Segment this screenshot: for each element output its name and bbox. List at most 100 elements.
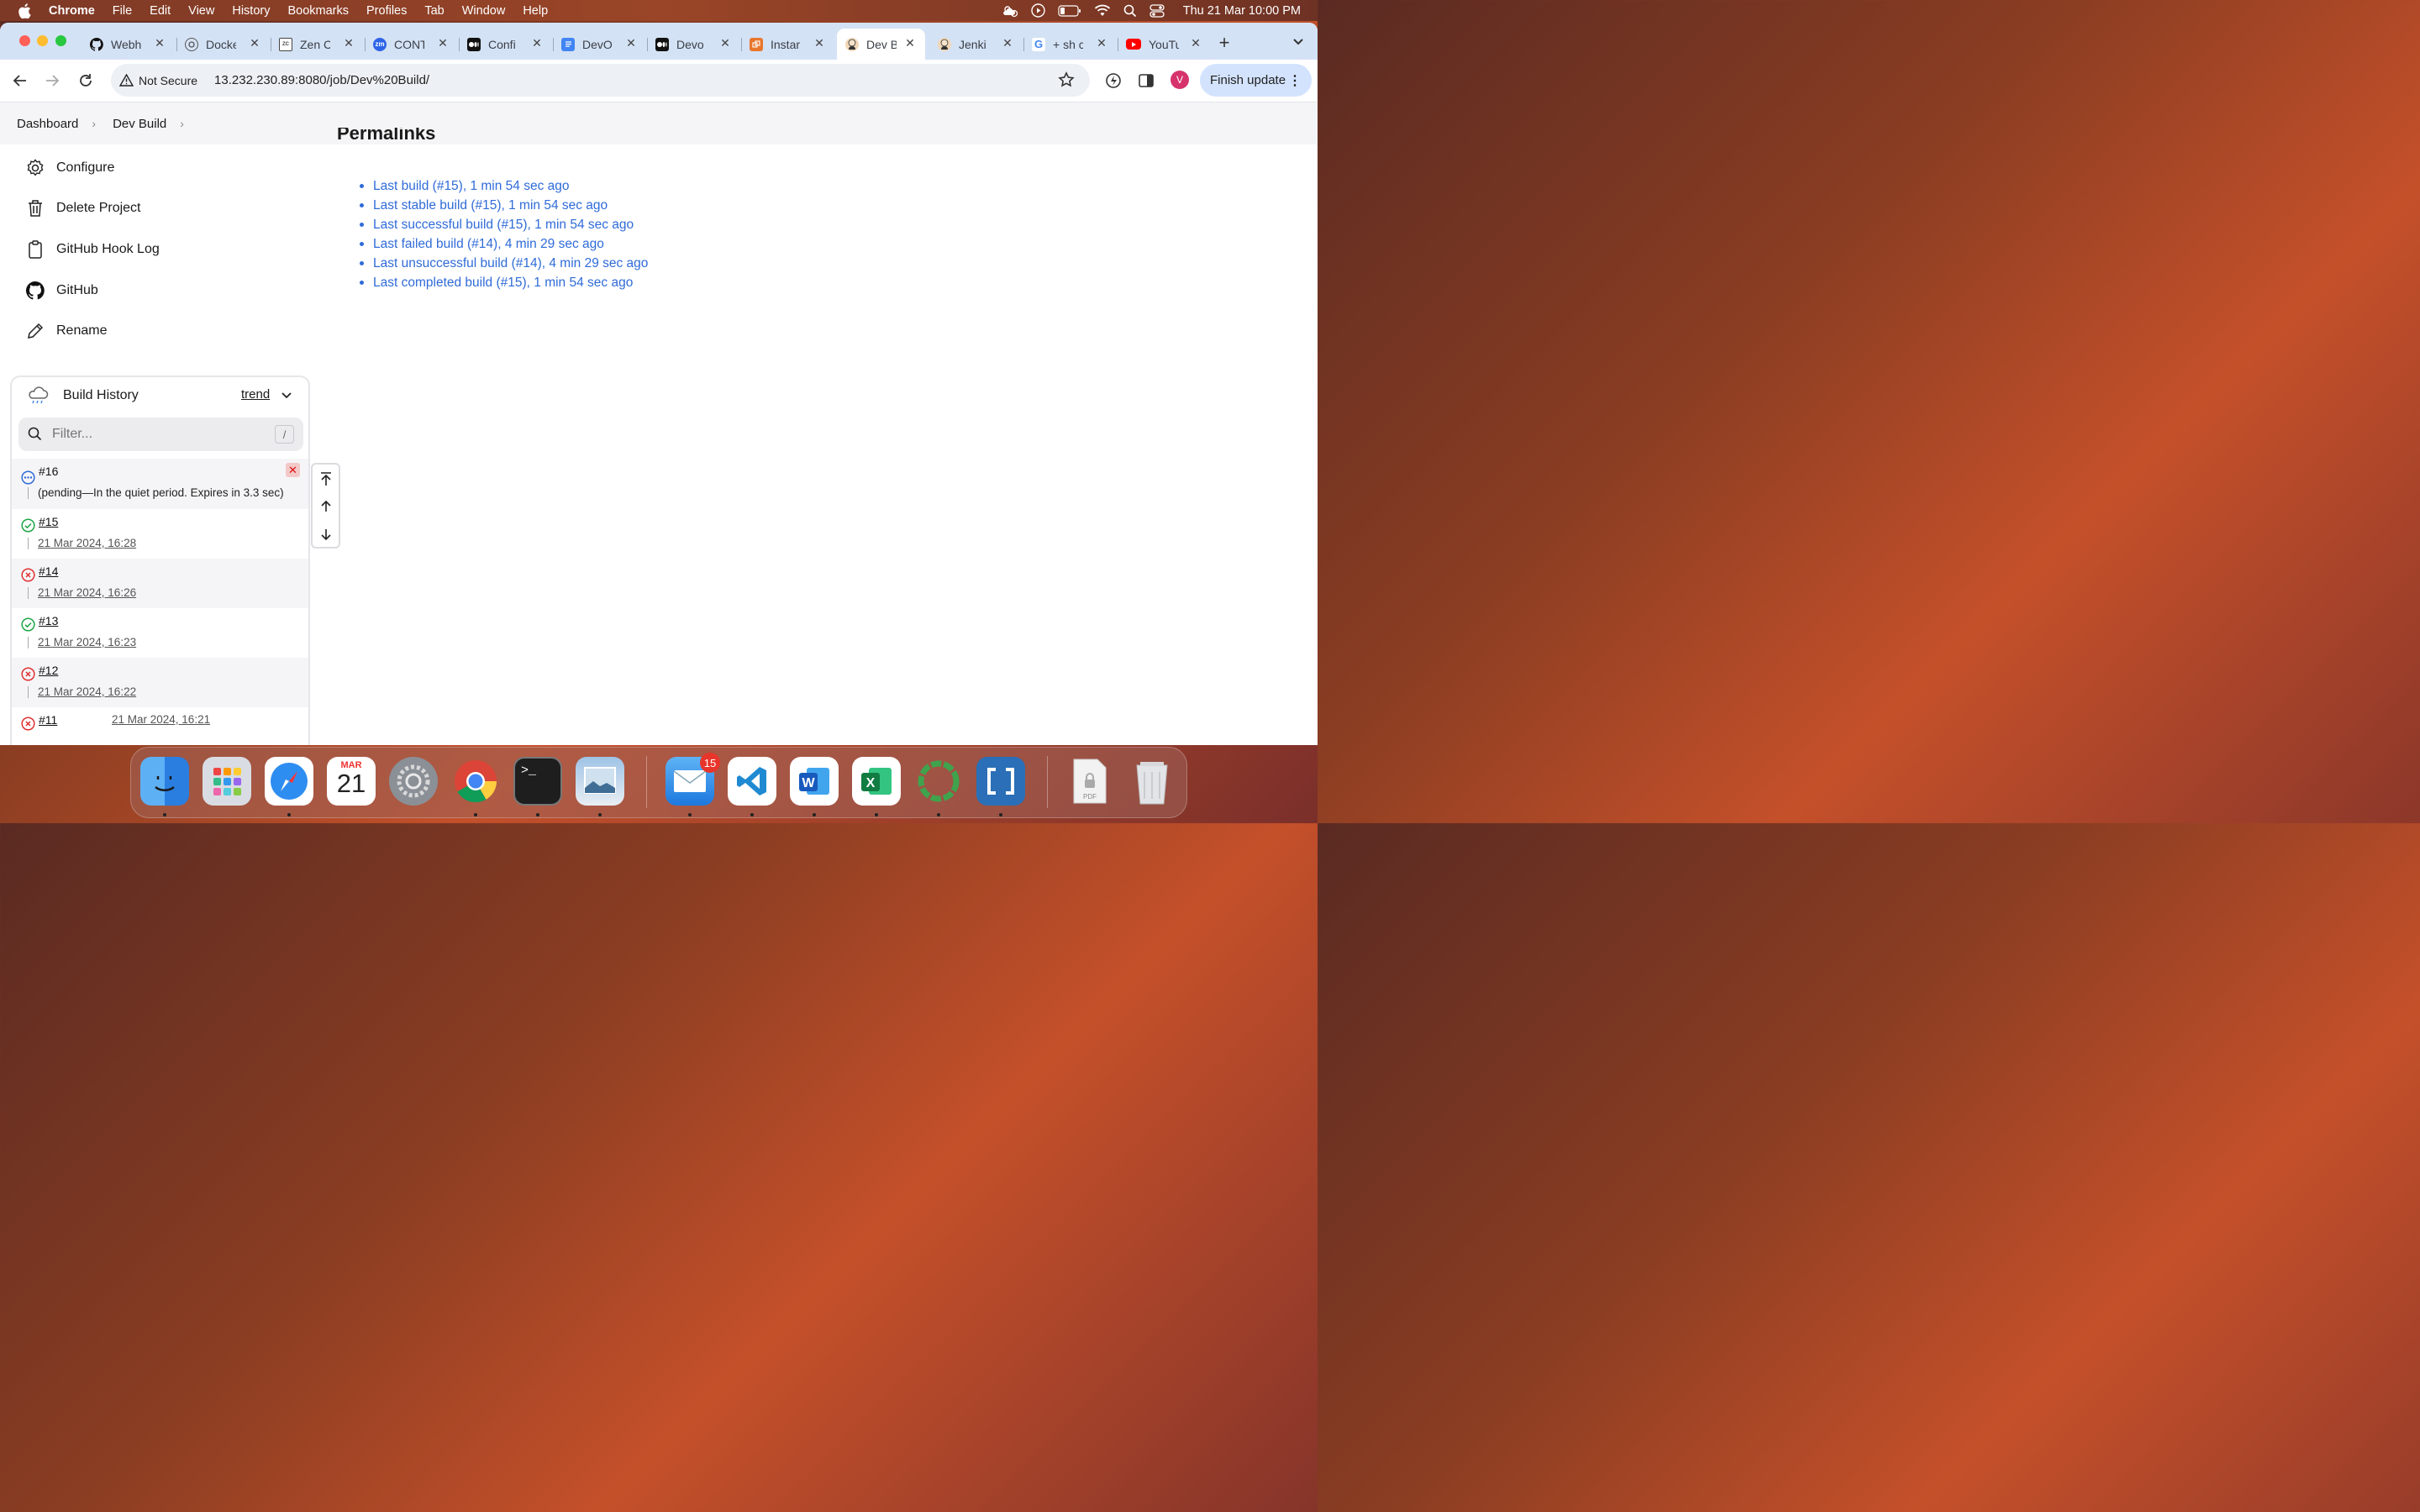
menu-app-name[interactable]: Chrome: [49, 4, 95, 18]
menu-help[interactable]: Help: [523, 4, 548, 18]
excel-icon[interactable]: X: [852, 757, 901, 806]
permalink-last-unsuccessful-build[interactable]: Last unsuccessful build (#14), 4 min 29 …: [360, 254, 648, 273]
menu-bookmarks[interactable]: Bookmarks: [287, 4, 349, 18]
tab-instances[interactable]: Instar ✕: [741, 29, 834, 60]
menu-window[interactable]: Window: [462, 4, 506, 18]
cancel-build-x-icon[interactable]: ✕: [286, 463, 300, 477]
permalink-last-failed-build[interactable]: Last failed build (#14), 4 min 29 sec ag…: [360, 234, 648, 254]
build-number-link[interactable]: #13: [39, 614, 58, 627]
activity-ring-icon[interactable]: [914, 757, 963, 806]
safari-icon[interactable]: [265, 757, 313, 806]
window-minimize-button[interactable]: [37, 35, 48, 46]
build-row-11[interactable]: #11 21 Mar 2024, 16:21: [12, 707, 308, 745]
url-text[interactable]: 13.232.230.89:8080/job/Dev%20Build/: [214, 73, 429, 87]
breadcrumb-dev-build[interactable]: Dev Build: [113, 117, 166, 131]
tab-search-chevron-icon[interactable]: [1291, 34, 1307, 48]
media-play-icon[interactable]: [1031, 3, 1045, 18]
tab-zoom[interactable]: zm CONT ✕: [365, 29, 458, 60]
terminal-icon[interactable]: >_: [513, 757, 562, 806]
reload-icon[interactable]: [76, 71, 96, 91]
chevron-down-icon[interactable]: [281, 389, 292, 404]
menu-file[interactable]: File: [113, 4, 132, 18]
side-panel-icon[interactable]: [1136, 71, 1156, 91]
close-tab-icon[interactable]: ✕: [342, 36, 355, 50]
bookmark-star-icon[interactable]: [1058, 71, 1075, 92]
tab-jenkins[interactable]: Jenki ✕: [929, 29, 1023, 60]
scroll-down-icon[interactable]: [313, 520, 339, 548]
build-number-link[interactable]: #12: [39, 664, 58, 677]
launchpad-icon[interactable]: [203, 757, 251, 806]
weather-icon[interactable]: [1002, 4, 1018, 18]
tab-google-search[interactable]: G + sh c ✕: [1023, 29, 1117, 60]
menu-edit[interactable]: Edit: [150, 4, 171, 18]
close-tab-icon[interactable]: ✕: [903, 36, 917, 50]
finish-update-button[interactable]: Finish update ⋮: [1200, 64, 1312, 97]
chevron-right-icon[interactable]: ›: [180, 117, 184, 130]
close-tab-icon[interactable]: ✕: [530, 36, 544, 50]
close-tab-icon[interactable]: ✕: [1001, 36, 1014, 50]
close-tab-icon[interactable]: ✕: [1095, 36, 1108, 50]
back-arrow-icon[interactable]: [10, 71, 30, 91]
finder-icon[interactable]: [140, 757, 189, 806]
permalink-last-build[interactable]: Last build (#15), 1 min 54 sec ago: [360, 176, 648, 196]
tab-zen-class[interactable]: ZC Zen C ✕: [271, 29, 364, 60]
breadcrumb-dashboard[interactable]: Dashboard: [17, 117, 78, 131]
tab-dev-build-active[interactable]: Dev B ✕: [837, 29, 925, 60]
close-tab-icon[interactable]: ✕: [718, 36, 732, 50]
close-tab-icon[interactable]: ✕: [1189, 36, 1202, 50]
build-row-13[interactable]: #13 21 Mar 2024, 16:23: [12, 608, 308, 658]
build-row-15[interactable]: #15 21 Mar 2024, 16:28: [12, 509, 308, 559]
sidebar-item-github-hook-log[interactable]: GitHub Hook Log: [25, 236, 160, 263]
build-number-link[interactable]: #11: [39, 713, 57, 727]
more-vert-icon[interactable]: ⋮: [1288, 72, 1302, 89]
sidebar-item-configure[interactable]: Configure: [25, 155, 114, 181]
new-tab-button[interactable]: +: [1216, 32, 1233, 54]
menu-profiles[interactable]: Profiles: [366, 4, 407, 18]
brackets-icon[interactable]: [976, 757, 1025, 806]
build-number-link[interactable]: #15: [39, 515, 58, 528]
tab-devops-medium[interactable]: Devo ✕: [647, 29, 740, 60]
tab-devops-doc[interactable]: DevO ✕: [553, 29, 646, 60]
not-secure-indicator[interactable]: Not Secure: [119, 74, 197, 87]
word-icon[interactable]: W: [790, 757, 839, 806]
build-filter[interactable]: /: [18, 417, 303, 451]
scroll-to-top-icon[interactable]: [313, 465, 339, 492]
build-timestamp[interactable]: 21 Mar 2024, 16:22: [38, 685, 136, 698]
control-center-icon[interactable]: [1150, 3, 1165, 18]
tab-docker[interactable]: Docke ✕: [176, 29, 270, 60]
forward-arrow-icon[interactable]: [42, 71, 62, 91]
performance-icon[interactable]: [1103, 71, 1123, 91]
profile-avatar[interactable]: V: [1171, 71, 1189, 89]
scroll-up-icon[interactable]: [313, 492, 339, 520]
build-row-12[interactable]: #12 21 Mar 2024, 16:22: [12, 658, 308, 707]
window-zoom-button[interactable]: [55, 35, 66, 46]
build-timestamp[interactable]: 21 Mar 2024, 16:23: [38, 636, 136, 648]
build-timestamp[interactable]: 21 Mar 2024, 16:21: [112, 713, 210, 726]
tab-config[interactable]: Confi ✕: [459, 29, 552, 60]
tab-youtube[interactable]: YouTu ✕: [1118, 29, 1211, 60]
spotlight-search-icon[interactable]: [1123, 4, 1137, 18]
close-tab-icon[interactable]: ✕: [813, 36, 826, 50]
menu-history[interactable]: History: [232, 4, 270, 18]
chrome-icon[interactable]: [451, 757, 500, 806]
build-number-link[interactable]: #14: [39, 564, 58, 578]
menu-view[interactable]: View: [188, 4, 214, 18]
preview-icon[interactable]: [576, 757, 624, 806]
permalink-last-successful-build[interactable]: Last successful build (#15), 1 min 54 se…: [360, 215, 648, 234]
trash-can-icon[interactable]: [1128, 757, 1176, 806]
close-tab-icon[interactable]: ✕: [153, 36, 166, 50]
system-settings-icon[interactable]: [389, 757, 438, 806]
build-timestamp[interactable]: 21 Mar 2024, 16:28: [38, 537, 136, 549]
close-tab-icon[interactable]: ✕: [248, 36, 261, 50]
build-row-14[interactable]: #14 21 Mar 2024, 16:26: [12, 559, 308, 608]
permalink-last-stable-build[interactable]: Last stable build (#15), 1 min 54 sec ag…: [360, 196, 648, 215]
close-tab-icon[interactable]: ✕: [624, 36, 638, 50]
menu-clock[interactable]: Thu 21 Mar 10:00 PM: [1183, 4, 1301, 18]
wifi-icon[interactable]: [1094, 4, 1111, 17]
sidebar-item-github[interactable]: GitHub: [25, 277, 98, 304]
address-bar[interactable]: Not Secure 13.232.230.89:8080/job/Dev%20…: [111, 64, 1090, 97]
apple-icon[interactable]: [17, 3, 32, 18]
trend-link[interactable]: trend: [241, 387, 270, 402]
pdf-document-icon[interactable]: PDF: [1065, 757, 1114, 806]
window-close-button[interactable]: [19, 35, 30, 46]
